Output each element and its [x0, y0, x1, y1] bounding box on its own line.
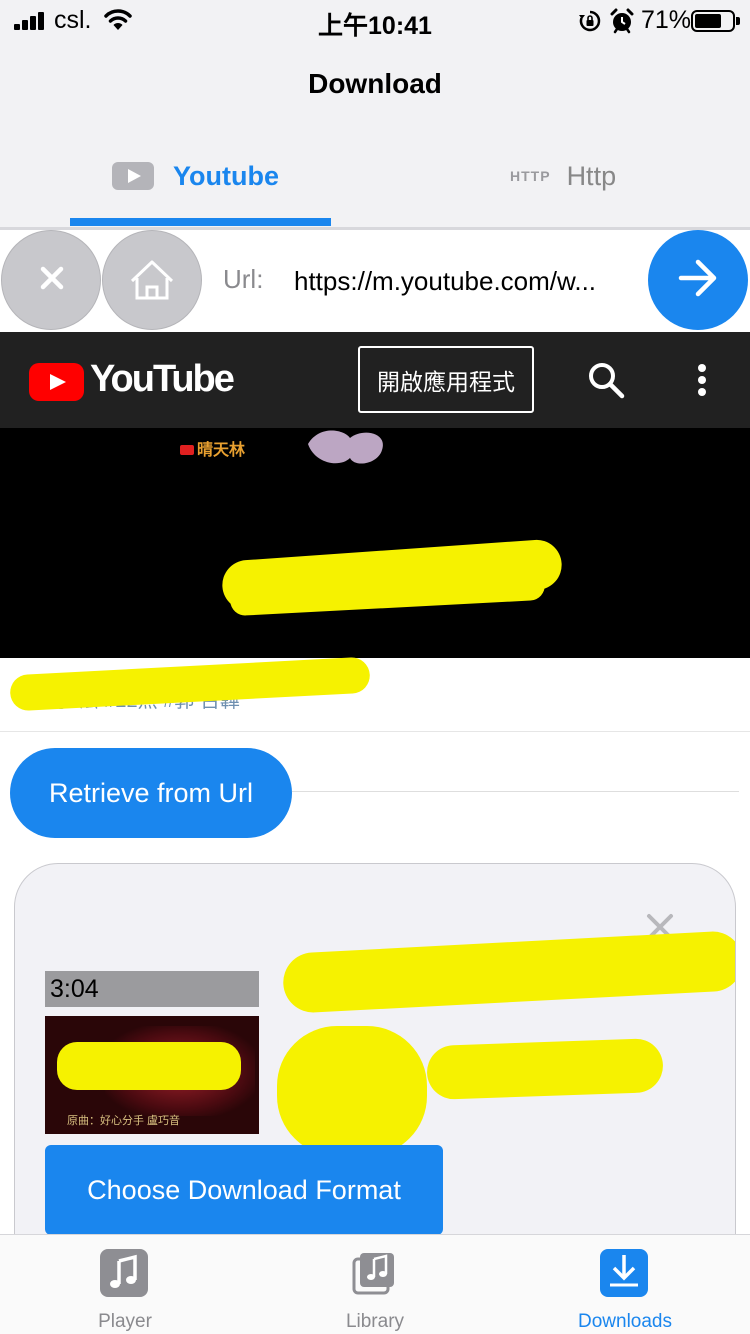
close-icon — [40, 266, 64, 290]
more-options-icon[interactable] — [690, 360, 714, 400]
video-thumbnail: 原曲：好心分手 盧巧音 — [45, 1016, 259, 1134]
alarm-icon — [610, 8, 634, 34]
tab-library-label: Library — [345, 1311, 405, 1332]
battery-percent: 71% — [641, 6, 692, 34]
divider — [292, 791, 739, 792]
tab-http-label: Http — [566, 160, 617, 191]
url-input[interactable]: https://m.youtube.com/w... — [294, 266, 640, 297]
status-time: 上午10:41 — [318, 12, 432, 40]
tab-library[interactable]: Library — [250, 1235, 500, 1334]
tab-youtube[interactable]: Youtube — [112, 156, 279, 196]
header: Download Youtube HTTP Http — [0, 44, 750, 230]
battery-fill — [695, 14, 721, 28]
url-bar: Url: https://m.youtube.com/w... — [0, 230, 750, 332]
video-duration: 3:04 — [45, 971, 259, 1007]
choose-download-format-button[interactable]: Choose Download Format — [45, 1145, 443, 1234]
redaction-mark — [57, 1042, 241, 1090]
download-icon — [600, 1249, 648, 1297]
url-label: Url: — [223, 264, 264, 294]
battery-icon — [691, 10, 740, 32]
home-icon — [130, 260, 174, 300]
tab-player-label: Player — [98, 1311, 152, 1332]
http-icon: HTTP — [510, 168, 551, 184]
smoke-graphic — [308, 430, 383, 464]
channel-watermark: 晴天林 — [180, 436, 245, 460]
youtube-logo-icon[interactable] — [29, 363, 84, 401]
home-button[interactable] — [102, 230, 202, 330]
tab-player[interactable]: Player — [0, 1235, 250, 1334]
redaction-mark — [281, 930, 735, 1014]
youtube-header: YouTube 開啟應用程式 — [0, 332, 750, 428]
library-icon — [350, 1249, 398, 1297]
hashtag-row: #星宇 法 #22然 #郭 召韡 — [0, 656, 750, 732]
retrieve-from-url-button[interactable]: Retrieve from Url — [10, 748, 292, 838]
status-bar: csl. 上午10:41 71% — [0, 0, 750, 44]
page-title: Download — [308, 68, 442, 99]
search-icon[interactable] — [586, 360, 626, 400]
tab-indicator — [70, 218, 331, 226]
close-button[interactable] — [1, 230, 101, 330]
web-view[interactable]: YouTube 開啟應用程式 晴天林 #星宇 法 #22然 #郭 召韡 Retr… — [0, 332, 750, 1234]
redaction-mark — [426, 1037, 664, 1101]
youtube-logo-text[interactable]: YouTube — [90, 358, 235, 401]
go-button[interactable] — [648, 230, 748, 330]
video-player[interactable]: 晴天林 — [0, 428, 750, 658]
tab-http[interactable]: HTTP Http — [510, 156, 616, 196]
result-card: 3:04 原曲：好心分手 盧巧音 Choose Download Format — [14, 863, 736, 1234]
thumbnail-caption: 原曲：好心分手 盧巧音 — [67, 1115, 181, 1127]
redaction-mark — [277, 1026, 427, 1156]
youtube-play-icon — [112, 162, 154, 190]
open-app-button[interactable]: 開啟應用程式 — [358, 346, 534, 413]
tab-bar: Player Library Downloads — [0, 1234, 750, 1334]
tab-youtube-label: Youtube — [173, 160, 279, 191]
tab-downloads[interactable]: Downloads — [500, 1235, 750, 1334]
tab-downloads-label: Downloads — [578, 1311, 672, 1332]
rotation-lock-icon — [579, 10, 601, 32]
arrow-right-icon — [678, 259, 717, 297]
music-note-icon — [100, 1249, 148, 1297]
